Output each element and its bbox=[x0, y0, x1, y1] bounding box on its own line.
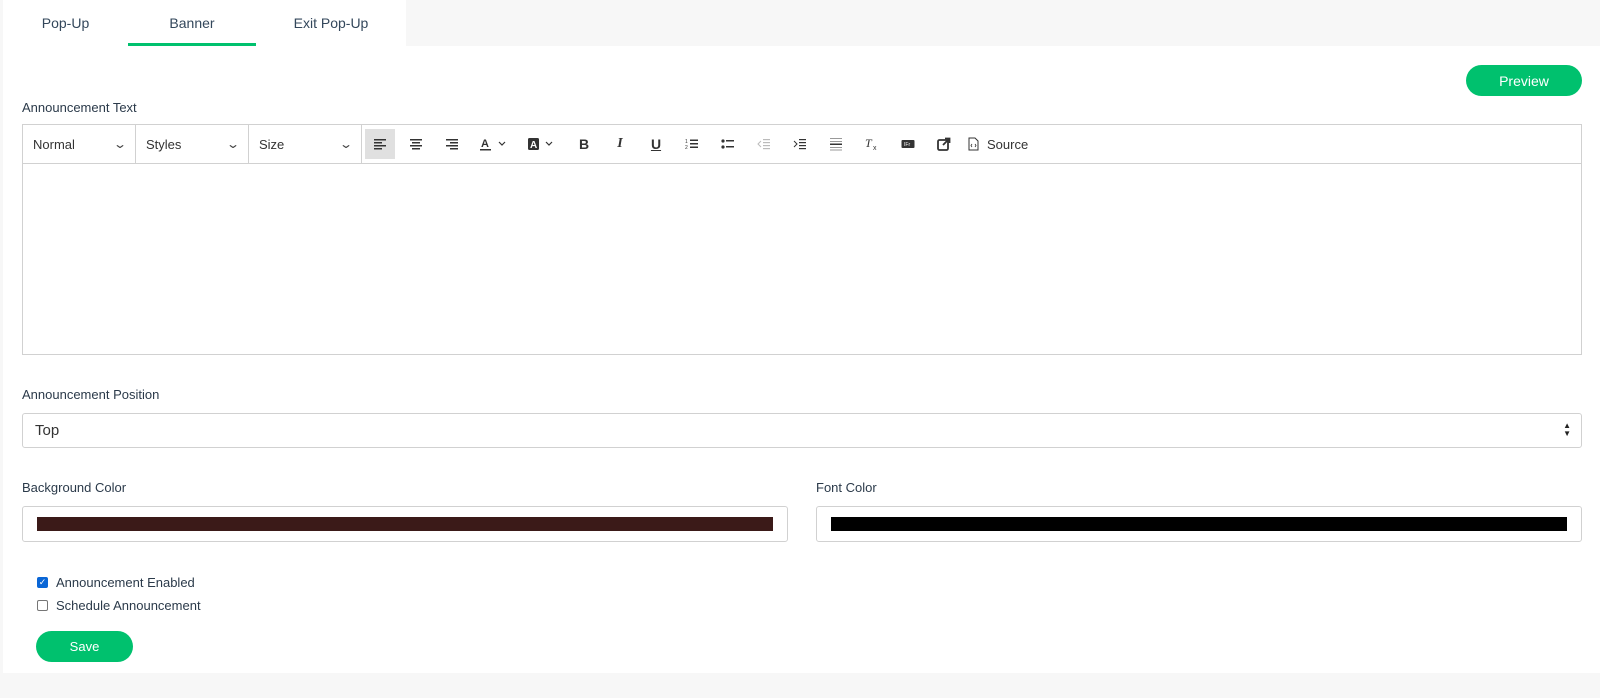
select-arrows-icon: ▲ ▼ bbox=[1563, 421, 1571, 438]
tab-exit-popup[interactable]: Exit Pop-Up bbox=[256, 0, 406, 46]
align-center-icon[interactable] bbox=[401, 129, 431, 159]
chevron-down-icon: ⌄ bbox=[338, 137, 354, 151]
size-select-value: Size bbox=[259, 136, 285, 152]
schedule-announcement-row: Schedule Announcement bbox=[37, 598, 201, 613]
align-right-icon[interactable] bbox=[437, 129, 467, 159]
remove-format-icon[interactable]: Tx bbox=[857, 129, 887, 159]
schedule-announcement-label: Schedule Announcement bbox=[56, 598, 201, 613]
editor-content-area[interactable] bbox=[23, 164, 1581, 354]
background-color-label: Background Color bbox=[22, 480, 127, 495]
background-color-icon[interactable]: A bbox=[521, 129, 563, 159]
announcement-enabled-row: ✓ Announcement Enabled bbox=[37, 575, 195, 590]
announcement-position-label: Announcement Position bbox=[22, 387, 160, 402]
source-icon bbox=[968, 137, 979, 151]
bulleted-list-icon[interactable] bbox=[713, 129, 743, 159]
styles-select-value: Styles bbox=[146, 136, 182, 152]
announcement-enabled-checkbox[interactable]: ✓ bbox=[37, 577, 48, 588]
svg-text:A: A bbox=[530, 140, 537, 151]
tab-bar-filler bbox=[406, 0, 1600, 46]
format-select[interactable]: Normal ⌄ bbox=[23, 125, 136, 163]
font-color-label: Font Color bbox=[816, 480, 877, 495]
background-color-input[interactable] bbox=[22, 506, 788, 542]
source-button[interactable]: Source bbox=[968, 137, 1028, 152]
announcement-enabled-label: Announcement Enabled bbox=[56, 575, 195, 590]
indent-icon[interactable] bbox=[785, 129, 815, 159]
svg-text:T: T bbox=[865, 137, 873, 150]
schedule-announcement-checkbox[interactable] bbox=[37, 600, 48, 611]
svg-text:A: A bbox=[481, 138, 489, 150]
format-select-value: Normal bbox=[33, 136, 75, 152]
tab-popup[interactable]: Pop-Up bbox=[3, 0, 128, 46]
horizontal-rule-icon[interactable] bbox=[821, 129, 851, 159]
editor-toolbar: Normal ⌄ Styles ⌄ Size ⌄ A A B I U 12 T … bbox=[23, 125, 1581, 164]
size-select[interactable]: Size ⌄ bbox=[249, 125, 362, 163]
outdent-icon[interactable] bbox=[749, 129, 779, 159]
announcement-position-value: Top bbox=[35, 422, 60, 439]
preview-button[interactable]: Preview bbox=[1466, 65, 1582, 96]
numbered-list-icon[interactable]: 12 bbox=[677, 129, 707, 159]
tab-banner[interactable]: Banner bbox=[128, 0, 256, 46]
chevron-down-icon: ⌄ bbox=[112, 137, 128, 151]
font-color-input[interactable] bbox=[816, 506, 1582, 542]
tab-bar: Pop-Up Banner Exit Pop-Up bbox=[3, 0, 406, 46]
announcement-position-select[interactable]: Top ▲ ▼ bbox=[22, 413, 1582, 448]
chevron-down-icon: ⌄ bbox=[225, 137, 241, 151]
font-color-swatch bbox=[831, 517, 1567, 531]
save-button[interactable]: Save bbox=[36, 631, 133, 662]
iframe-icon[interactable]: IFr bbox=[893, 129, 923, 159]
link-icon[interactable] bbox=[929, 129, 959, 159]
announcement-text-label: Announcement Text bbox=[22, 100, 137, 115]
source-label: Source bbox=[987, 136, 1029, 152]
svg-text:IFr: IFr bbox=[904, 142, 910, 148]
background-color-swatch bbox=[37, 517, 773, 531]
align-left-icon[interactable] bbox=[365, 129, 395, 159]
text-color-icon[interactable]: A bbox=[473, 129, 515, 159]
underline-icon[interactable]: U bbox=[641, 129, 671, 159]
italic-icon[interactable]: I bbox=[605, 129, 635, 159]
svg-text:2: 2 bbox=[685, 145, 688, 150]
styles-select[interactable]: Styles ⌄ bbox=[136, 125, 249, 163]
rich-text-editor: Normal ⌄ Styles ⌄ Size ⌄ A A B I U 12 T … bbox=[22, 124, 1582, 355]
bold-icon[interactable]: B bbox=[569, 129, 599, 159]
svg-text:x: x bbox=[873, 145, 877, 151]
